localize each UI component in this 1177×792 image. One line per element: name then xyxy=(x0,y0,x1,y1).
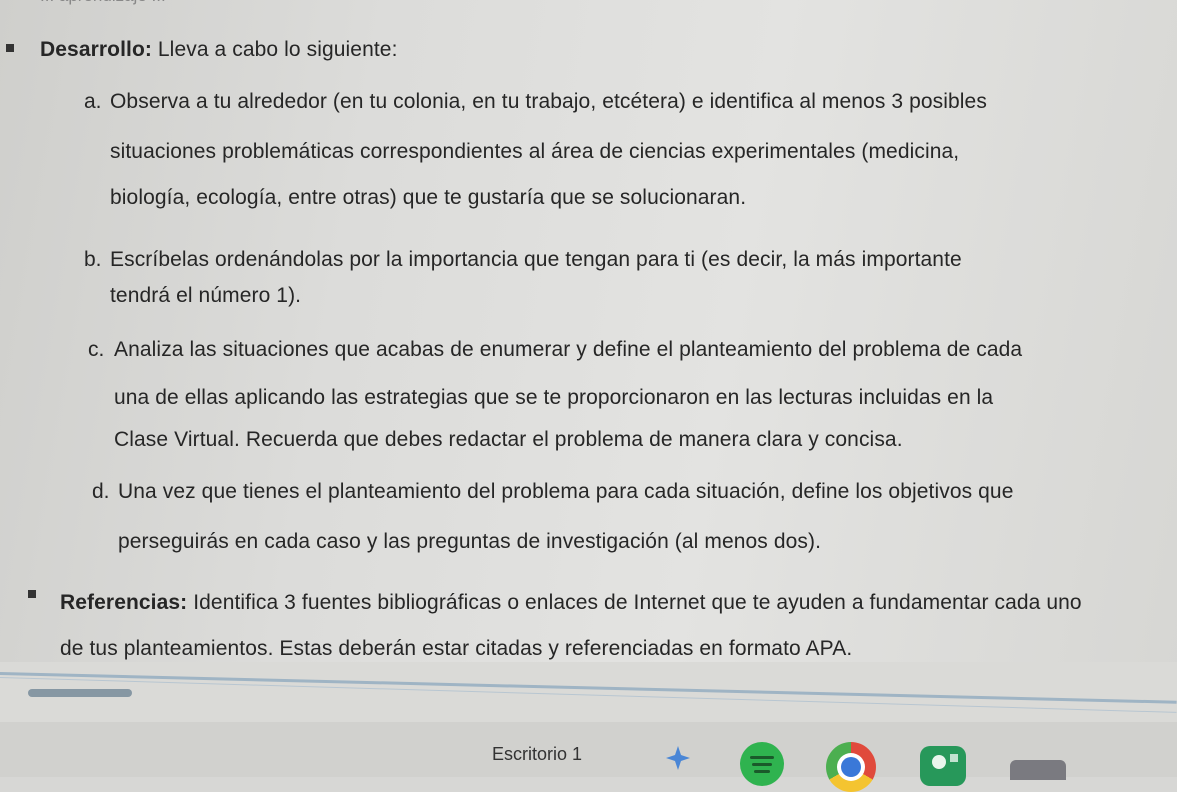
referencias-label: Referencias: xyxy=(60,591,188,614)
item-a-line-2: situaciones problemáticas correspondient… xyxy=(110,140,960,163)
desktop-label[interactable]: Escritorio 1 xyxy=(492,744,582,765)
sparkle-icon[interactable] xyxy=(665,745,691,771)
referencias-line-1: Referencias: Identifica 3 fuentes biblio… xyxy=(60,591,1082,615)
item-d-line-2: perseguirás en cada caso y las preguntas… xyxy=(118,530,822,553)
referencias-line-2: de tus planteamientos. Estas deberán est… xyxy=(60,637,853,660)
desarrollo-label: Desarrollo: xyxy=(40,38,152,61)
item-c-line-3: Clase Virtual. Recuerda que debes redact… xyxy=(114,428,903,451)
item-a-marker: a. xyxy=(84,90,102,113)
item-c-marker: c. xyxy=(88,338,105,361)
partial-app-icon[interactable] xyxy=(1010,760,1066,780)
item-b-line-1: Escríbelas ordenándolas por la importanc… xyxy=(110,248,962,271)
cut-off-text-fragment: ... aprendizaje ... xyxy=(40,0,360,8)
item-b-line-2: tendrá el número 1). xyxy=(110,284,302,307)
item-a-line-3: biología, ecología, entre otras) que te … xyxy=(110,186,747,209)
desarrollo-line: Desarrollo: Lleva a cabo lo siguiente: xyxy=(40,38,398,62)
desarrollo-text: Lleva a cabo lo siguiente: xyxy=(151,38,398,61)
app-icon[interactable] xyxy=(920,746,966,786)
spotify-icon[interactable] xyxy=(740,742,784,786)
referencias-text: Identifica 3 fuentes bibliográficas o en… xyxy=(187,591,1082,614)
item-c-line-1: Analiza las situaciones que acabas de en… xyxy=(114,338,1023,361)
bullet-desarrollo xyxy=(6,44,14,52)
item-a-line-1: Observa a tu alrededor (en tu colonia, e… xyxy=(110,90,987,113)
item-d-line-1: Una vez que tienes el planteamiento del … xyxy=(118,480,1014,503)
bullet-referencias xyxy=(28,590,36,598)
chrome-icon[interactable] xyxy=(826,742,876,792)
item-c-line-2: una de ellas aplicando las estrategias q… xyxy=(114,386,994,409)
taskbar xyxy=(0,722,1177,777)
scroll-indicator[interactable] xyxy=(28,689,132,697)
item-d-marker: d. xyxy=(92,480,110,503)
photographed-screen: ... aprendizaje ... Desarrollo: Lleva a … xyxy=(0,0,1177,792)
item-b-marker: b. xyxy=(84,248,102,271)
